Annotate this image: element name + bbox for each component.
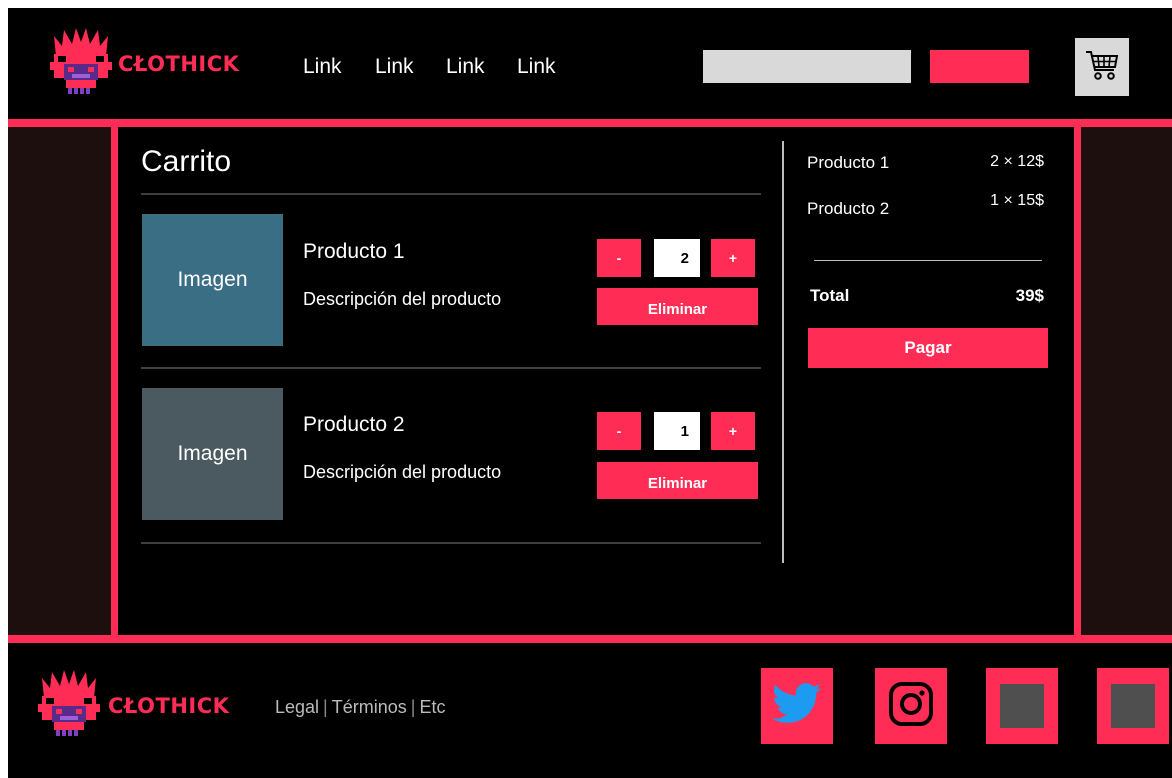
placeholder-icon [1000,684,1044,728]
instagram-icon [888,681,934,732]
page-title: Carrito [141,145,232,178]
twitter-button[interactable] [761,668,833,744]
product-name: Producto 1 [303,240,405,263]
remove-item-button[interactable]: Eliminar [597,462,758,499]
cart-button[interactable] [1075,38,1129,96]
instagram-button[interactable] [875,668,947,744]
footer-link-terms[interactable]: Términos [332,697,407,717]
item-divider [141,367,761,369]
right-border [1074,127,1081,635]
footer-links: Legal | Términos | Etc [275,697,445,718]
nav-link-1[interactable]: Link [303,55,342,79]
link-separator: | [410,697,416,717]
footer-link-etc[interactable]: Etc [419,697,445,717]
summary-item-name: Producto 1 [807,153,890,172]
brand-name[interactable]: CŁOTHICK [118,52,239,76]
remove-item-button[interactable]: Eliminar [597,288,758,325]
increase-quantity-button[interactable]: + [711,239,755,277]
brand-name[interactable]: CŁOTHICK [108,694,229,718]
product-image: Imagen [142,214,283,346]
summary-divider [782,141,784,563]
link-separator: | [323,697,328,717]
search-button[interactable] [930,50,1029,83]
total-label: Total [810,286,850,305]
summary-item-qty-price: 2 × 12$ [990,153,1044,170]
header-divider [8,119,1172,127]
search-input[interactable] [703,50,911,83]
quantity-value[interactable]: 2 [654,239,700,277]
quantity-value[interactable]: 1 [654,412,700,450]
item-divider [141,542,761,544]
placeholder-icon [1111,684,1155,728]
brand-logo-icon[interactable] [38,668,100,743]
left-border [111,127,118,635]
product-image: Imagen [142,388,283,520]
total-value: 39$ [1015,286,1044,305]
product-description: Descripción del producto [303,462,502,482]
title-divider [141,193,761,195]
social-button-4[interactable] [1097,668,1169,744]
product-name: Producto 2 [303,413,405,436]
right-side-panel [1081,127,1172,635]
product-description: Descripción del producto [303,289,502,309]
summary-total-divider [814,260,1042,261]
shopping-cart-icon [1084,48,1120,87]
decrease-quantity-button[interactable]: - [597,239,641,277]
nav-link-2[interactable]: Link [375,55,414,79]
left-side-panel [8,127,111,635]
twitter-icon [772,682,822,730]
brand-logo-icon[interactable] [50,26,112,101]
nav-link-4[interactable]: Link [517,55,556,79]
page: CŁOTHICK Link Link Link Link Carrito Ima… [8,8,1172,778]
pay-button[interactable]: Pagar [808,328,1048,368]
social-button-3[interactable] [986,668,1058,744]
summary-item-qty-price: 1 × 15$ [990,192,1044,209]
footer-divider [8,635,1172,643]
summary-item-name: Producto 2 [807,199,890,218]
nav-link-3[interactable]: Link [446,55,485,79]
header: CŁOTHICK Link Link Link Link [8,8,1172,119]
increase-quantity-button[interactable]: + [711,412,755,450]
decrease-quantity-button[interactable]: - [597,412,641,450]
footer-link-legal[interactable]: Legal [275,697,319,717]
